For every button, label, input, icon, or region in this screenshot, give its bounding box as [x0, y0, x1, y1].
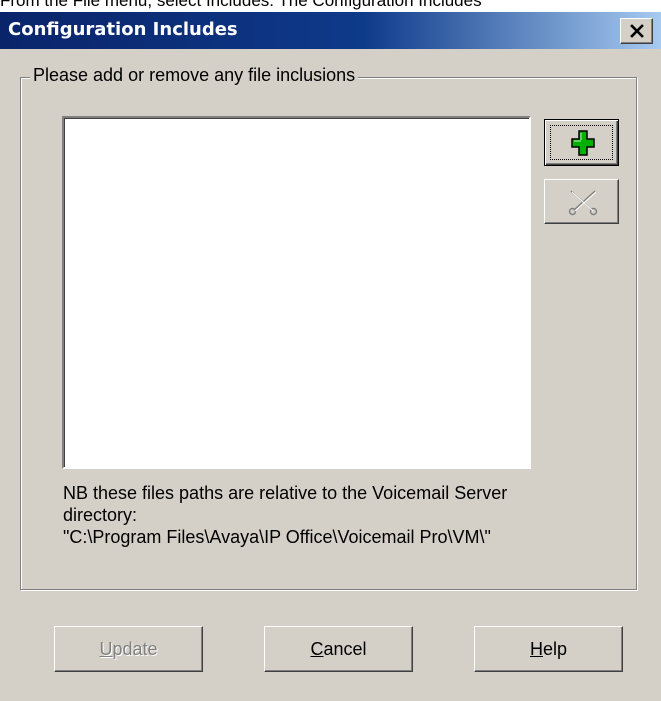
close-icon	[630, 24, 644, 38]
add-file-button[interactable]	[544, 119, 619, 166]
note-line: directory:	[63, 505, 138, 525]
help-button[interactable]: Help	[474, 626, 623, 672]
note-path-line: "C:\Program Files\Avaya\IP Office\Voicem…	[63, 527, 491, 547]
background-document-line: From the File menu, select Includes. The…	[0, 0, 482, 10]
relative-path-note: NB these files paths are relative to the…	[63, 482, 507, 548]
cancel-label-rest: ancel	[323, 639, 367, 659]
note-line: NB these files paths are relative to the…	[63, 483, 508, 503]
file-inclusions-list[interactable]	[62, 116, 531, 469]
update-label-rest: pdate	[112, 639, 158, 659]
scissors-icon	[568, 190, 598, 216]
dialog-title: Configuration Includes	[8, 19, 238, 40]
cancel-button[interactable]: Cancel	[264, 626, 413, 672]
help-mnemonic: H	[529, 639, 543, 659]
background-document-text: From the File menu, select Includes. The…	[0, 0, 661, 12]
title-bar[interactable]: Configuration Includes	[0, 12, 661, 49]
update-mnemonic: U	[99, 639, 113, 659]
cancel-mnemonic: C	[310, 639, 324, 659]
configuration-includes-dialog: Configuration Includes Please add or rem…	[0, 12, 661, 701]
remove-file-button[interactable]	[544, 179, 619, 224]
group-label: Please add or remove any file inclusions	[30, 65, 359, 86]
update-button[interactable]: Update	[54, 626, 203, 672]
add-plus-icon	[571, 130, 595, 156]
help-label-rest: elp	[542, 639, 568, 659]
close-button[interactable]	[620, 18, 653, 44]
